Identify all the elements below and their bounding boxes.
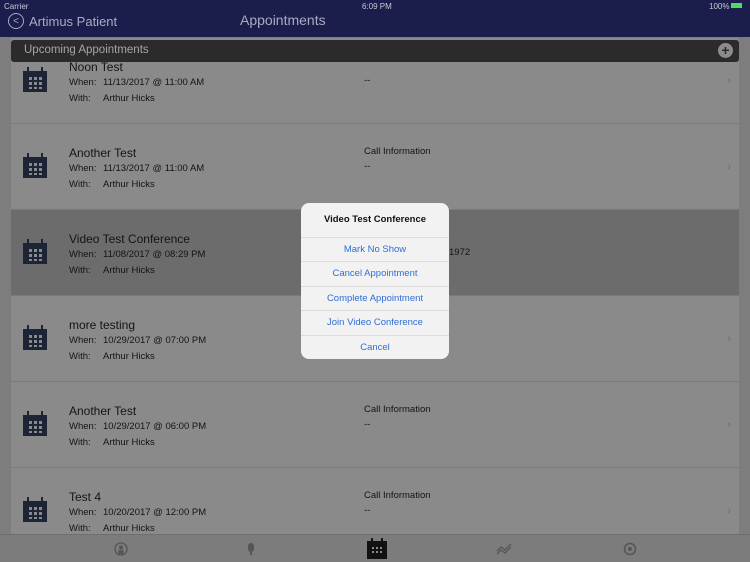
back-chevron-icon: < [8, 13, 24, 29]
appointment-with: Arthur Hicks [103, 179, 155, 190]
carrier: Carrier [4, 2, 29, 11]
when-label: When: [69, 77, 97, 88]
appointment-title: Test 4 [69, 490, 102, 504]
call-info-value: -- [364, 505, 371, 516]
with-label: With: [69, 179, 91, 190]
battery-icon [731, 3, 742, 8]
chevron-right-icon: › [727, 75, 731, 87]
appointment-with: Arthur Hicks [103, 437, 155, 448]
with-label: With: [69, 265, 91, 276]
add-appointment-button[interactable]: + [718, 43, 733, 58]
tab-profile[interactable] [111, 539, 131, 559]
calendar-icon [22, 497, 48, 523]
with-label: With: [69, 93, 91, 104]
calendar-icon [22, 325, 48, 351]
appointment-title: Another Test [69, 404, 137, 418]
with-label: With: [69, 351, 91, 362]
appointment-with: Arthur Hicks [103, 93, 155, 104]
tab-appointments[interactable] [366, 538, 388, 559]
chevron-right-icon: › [727, 247, 731, 259]
call-info-value: -- [364, 419, 371, 430]
appointment-title: Another Test [69, 146, 137, 160]
appointment-when: 11/13/2017 @ 11:00 AM [103, 163, 205, 174]
appointment-when: 10/29/2017 @ 07:00 PM [103, 335, 207, 346]
tab-bar [0, 534, 750, 562]
chart-icon [496, 543, 512, 555]
back-label: Artimus Patient [29, 13, 118, 29]
back-button[interactable]: < Artimus Patient [8, 13, 117, 29]
chevron-right-icon: › [727, 419, 731, 431]
clock: 6:09 PM [362, 2, 392, 11]
tab-microphone[interactable] [241, 539, 261, 559]
microphone-icon [248, 543, 254, 555]
call-info-value: -- [364, 161, 371, 172]
appointment-when: 11/13/2017 @ 11:00 AM [103, 77, 205, 88]
tab-charts[interactable] [494, 539, 514, 559]
chevron-right-icon: › [727, 161, 731, 173]
appointment-when: 10/20/2017 @ 12:00 PM [103, 507, 207, 518]
chevron-right-icon: › [727, 505, 731, 517]
calendar-icon [22, 411, 48, 437]
call-info-value: 1972 [449, 247, 471, 258]
call-info-label: Call Information [364, 146, 431, 157]
with-label: With: [69, 437, 91, 448]
when-label: When: [69, 507, 97, 518]
call-info-value: -- [364, 75, 371, 86]
cancel-appointment-button[interactable]: Cancel Appointment [301, 261, 449, 285]
with-label: With: [69, 523, 91, 534]
when-label: When: [69, 163, 97, 174]
settings-icon [623, 542, 637, 556]
appointment-row[interactable]: Another Test When: 11/13/2017 @ 11:00 AM… [11, 124, 739, 210]
status-bar: Carrier 6:09 PM 100% [0, 0, 750, 12]
appointment-with: Arthur Hicks [103, 523, 155, 534]
when-label: When: [69, 421, 97, 432]
complete-appointment-button[interactable]: Complete Appointment [301, 285, 449, 310]
call-info-label: Call Information [364, 490, 431, 501]
chevron-right-icon: › [727, 333, 731, 345]
calendar-icon [22, 153, 48, 179]
tab-settings[interactable] [620, 539, 640, 559]
action-sheet-title: Video Test Conference [323, 214, 427, 225]
appointment-title: Video Test Conference [69, 232, 190, 246]
page-title: Appointments [240, 12, 326, 28]
calendar-icon [367, 538, 387, 559]
appointment-title: Noon Test [69, 60, 123, 74]
cancel-button[interactable]: Cancel [301, 334, 449, 359]
appointment-when: 11/08/2017 @ 08:29 PM [103, 249, 206, 260]
calendar-icon [22, 239, 48, 265]
appointment-when: 10/29/2017 @ 06:00 PM [103, 421, 207, 432]
profile-icon [114, 542, 128, 556]
section-title: Upcoming Appointments [24, 44, 149, 56]
calendar-icon [22, 67, 48, 93]
nav-bar: < Artimus Patient Appointments [0, 12, 750, 37]
when-label: When: [69, 249, 97, 260]
appointment-row[interactable]: Test 4 When: 10/20/2017 @ 12:00 PM With:… [11, 468, 739, 534]
section-header: Upcoming Appointments + [11, 40, 739, 62]
call-info-label: Call Information [364, 404, 431, 415]
appointment-with: Arthur Hicks [103, 265, 155, 276]
battery-level: 100% [709, 2, 730, 11]
appointment-with: Arthur Hicks [103, 351, 155, 362]
action-sheet: Video Test Conference Mark No Show Cance… [301, 203, 449, 359]
join-video-conference-button[interactable]: Join Video Conference [301, 310, 449, 334]
appointment-title: more testing [69, 318, 136, 332]
when-label: When: [69, 335, 97, 346]
mark-no-show-button[interactable]: Mark No Show [301, 237, 449, 261]
appointment-row[interactable]: Another Test When: 10/29/2017 @ 06:00 PM… [11, 382, 739, 468]
